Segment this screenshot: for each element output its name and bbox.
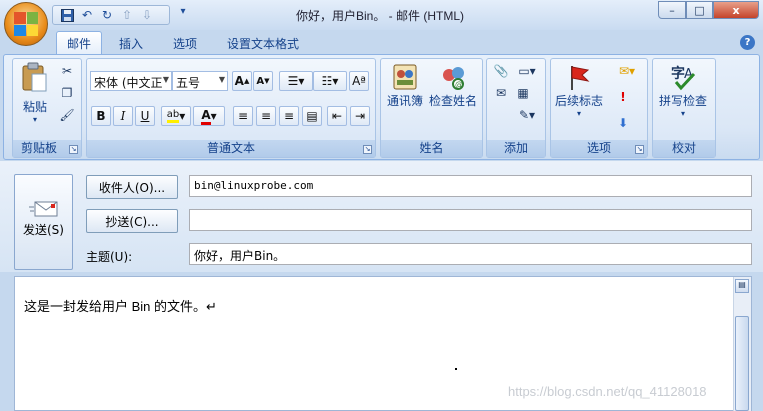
- font-size-value: 五号: [176, 76, 201, 90]
- tab-format-text[interactable]: 设置文本格式: [216, 31, 310, 55]
- signature-icon[interactable]: ✎▾: [514, 106, 540, 124]
- maximize-button[interactable]: □: [686, 1, 713, 19]
- scrollbar-thumb[interactable]: [735, 316, 749, 411]
- follow-up-button[interactable]: 后续标志 ▾: [553, 62, 605, 118]
- tab-insert[interactable]: 插入: [108, 31, 154, 55]
- redo-icon[interactable]: ↻: [99, 7, 115, 23]
- font-color-icon[interactable]: A ▾: [193, 106, 225, 126]
- decrease-indent-icon[interactable]: ⇤: [327, 106, 347, 126]
- format-painter-icon[interactable]: 🖌: [58, 106, 76, 124]
- bullets-icon[interactable]: ☰▾: [279, 71, 313, 91]
- chevron-down-icon: ▼: [162, 75, 169, 84]
- proofing-group-label: 校对: [653, 140, 715, 157]
- copy-icon[interactable]: ❐: [58, 84, 76, 102]
- low-importance-icon[interactable]: ⬇: [614, 114, 632, 132]
- check-names-label: 检查姓名: [428, 94, 477, 108]
- paste-label: 粘贴: [22, 100, 47, 114]
- font-size-combo[interactable]: 五号 ▼: [172, 71, 228, 91]
- basic-text-group-label: 普通文本: [87, 140, 375, 157]
- cc-button[interactable]: 抄送(C)...: [86, 209, 178, 233]
- highlight-icon[interactable]: ab ▾: [161, 106, 191, 126]
- attach-item-icon[interactable]: ✉: [492, 84, 510, 102]
- justify-icon[interactable]: ▤: [302, 106, 322, 126]
- outlook-compose-window: ↶ ↻ ⇧ ⇩ ▾ 你好，用户Bin。 - 邮件 (HTML) – □ x 邮件…: [0, 0, 763, 411]
- align-left-icon[interactable]: ≡: [233, 106, 253, 126]
- address-book-label: 通讯簿: [386, 94, 423, 108]
- send-label: 发送(S): [23, 223, 64, 237]
- follow-up-dropdown-icon: ▾: [576, 109, 581, 118]
- office-button[interactable]: [4, 2, 48, 46]
- cursor-dot: [455, 368, 457, 370]
- customize-qat-button[interactable]: ▾: [176, 6, 190, 22]
- spelling-label: 拼写检查: [658, 94, 707, 108]
- business-card-icon[interactable]: ▭▾: [514, 62, 540, 80]
- paste-dropdown-icon: ▾: [32, 115, 37, 124]
- spelling-button[interactable]: 字A 拼写检查 ▾: [655, 62, 711, 118]
- font-name-combo[interactable]: 宋体 (中文正 ▼: [90, 71, 172, 91]
- bold-button[interactable]: B: [91, 106, 111, 126]
- body-text: 这是一封发给用户 Bin 的文件。↵: [24, 299, 217, 314]
- chevron-down-icon: ▼: [218, 75, 225, 84]
- down-icon[interactable]: ⇩: [139, 7, 155, 23]
- high-importance-icon[interactable]: !: [614, 88, 632, 106]
- help-icon[interactable]: ?: [740, 35, 755, 50]
- basic-text-launcher-icon[interactable]: ↘: [363, 145, 372, 154]
- minimize-button[interactable]: –: [658, 1, 686, 19]
- cc-field[interactable]: [189, 209, 752, 231]
- numbering-icon[interactable]: ☷▾: [313, 71, 347, 91]
- underline-button[interactable]: U: [135, 106, 155, 126]
- up-icon[interactable]: ⇧: [119, 7, 135, 23]
- clipboard-launcher-icon[interactable]: ↘: [69, 145, 78, 154]
- include-group-label: 添加: [487, 140, 545, 157]
- to-field[interactable]: bin@linuxprobe.com: [189, 175, 752, 197]
- subject-label: 主题(U):: [86, 250, 133, 264]
- tab-options[interactable]: 选项: [160, 31, 210, 55]
- svg-text:@: @: [455, 80, 463, 89]
- increase-indent-icon[interactable]: ⇥: [350, 106, 370, 126]
- window-title: 你好，用户Bin。 - 邮件 (HTML): [295, 9, 464, 23]
- check-names-icon: @: [438, 62, 468, 92]
- close-button[interactable]: x: [713, 1, 759, 19]
- ruler-toggle-icon[interactable]: ▤: [735, 279, 749, 293]
- font-name-value: 宋体 (中文正: [94, 76, 163, 90]
- paste-icon: [20, 62, 50, 92]
- save-icon[interactable]: [59, 7, 75, 23]
- office-logo-icon: [14, 12, 38, 36]
- undo-icon[interactable]: ↶: [79, 7, 95, 23]
- to-button[interactable]: 收件人(O)...: [86, 175, 178, 199]
- tab-mail[interactable]: 邮件: [56, 31, 102, 55]
- quick-access-toolbar: ↶ ↻ ⇧ ⇩: [52, 5, 170, 25]
- paste-button[interactable]: 粘贴 ▾: [16, 62, 54, 132]
- align-right-icon[interactable]: ≡: [279, 106, 299, 126]
- italic-button[interactable]: I: [113, 106, 133, 126]
- watermark: https://blog.csdn.net/qq_41128018: [508, 384, 707, 399]
- cut-icon[interactable]: ✂: [58, 62, 76, 80]
- address-book-icon: [390, 62, 420, 92]
- calendar-icon[interactable]: ▦: [514, 84, 532, 102]
- spelling-dropdown-icon: ▾: [680, 109, 685, 118]
- attach-file-icon[interactable]: 📎: [492, 62, 510, 80]
- grow-font-icon[interactable]: A ▲: [232, 71, 252, 91]
- spelling-check-icon: 字A: [668, 62, 698, 92]
- shrink-font-icon[interactable]: A ▼: [253, 71, 273, 91]
- follow-up-label: 后续标志: [554, 94, 603, 108]
- align-center-icon[interactable]: ≡: [256, 106, 276, 126]
- flag-icon: [564, 62, 594, 92]
- options-launcher-icon[interactable]: ↘: [635, 145, 644, 154]
- names-group-label: 姓名: [381, 140, 482, 157]
- send-mail-icon: [28, 201, 59, 217]
- styles-icon[interactable]: Aª: [349, 71, 369, 91]
- send-button[interactable]: 发送(S): [14, 174, 73, 270]
- svg-text:字: 字: [671, 65, 685, 82]
- permission-icon[interactable]: ✉▾: [614, 62, 640, 80]
- options-group-label: 选项: [551, 140, 647, 157]
- check-names-button[interactable]: @ 检查姓名: [427, 62, 479, 109]
- subject-field[interactable]: 你好，用户Bin。: [189, 243, 752, 265]
- address-book-button[interactable]: 通讯簿: [384, 62, 426, 109]
